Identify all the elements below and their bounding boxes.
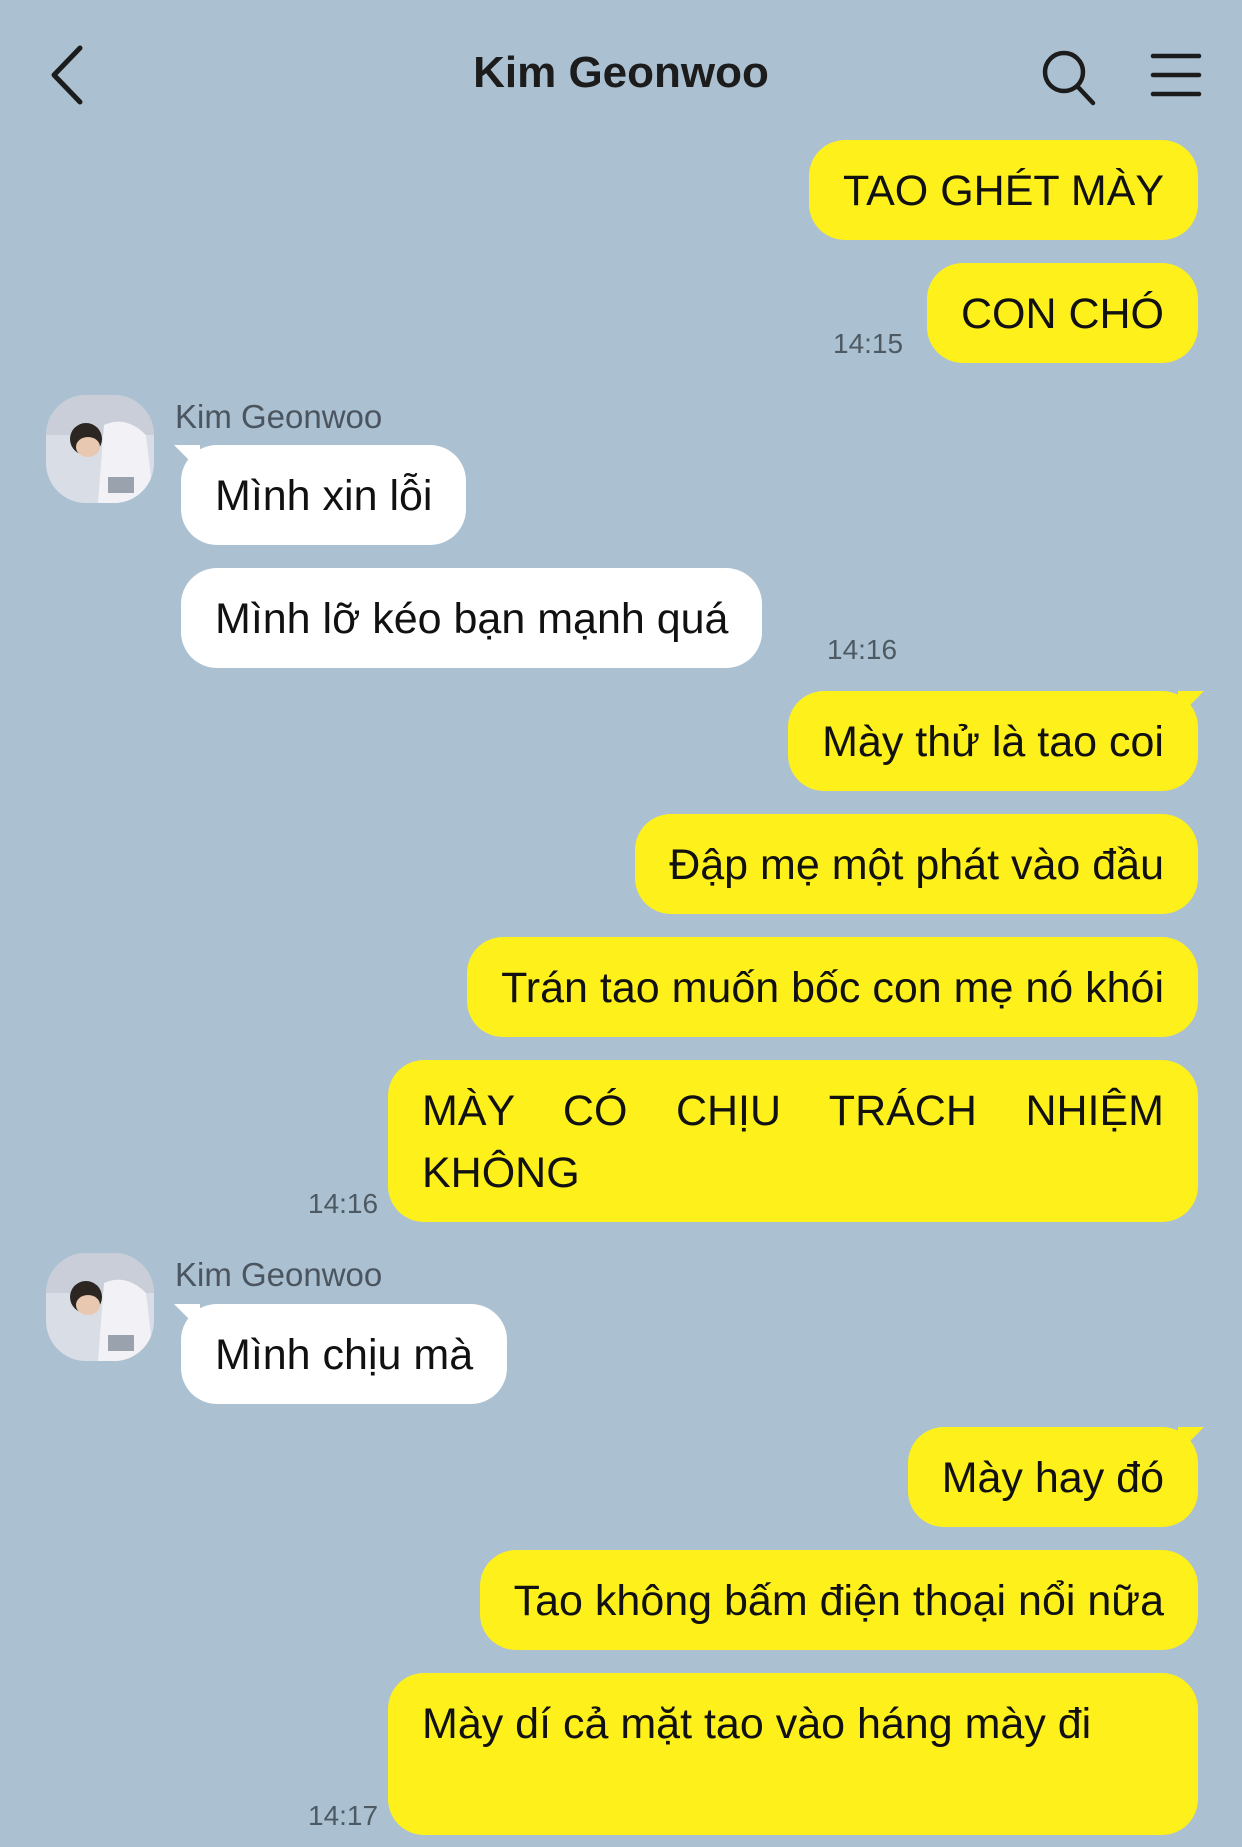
avatar[interactable] xyxy=(46,1253,154,1361)
sender-name: Kim Geonwoo xyxy=(175,398,383,435)
message-bubble-sent[interactable]: Trán tao muốn bốc con mẹ nó khói xyxy=(467,937,1198,1037)
message-bubble-received[interactable]: Mình lỡ kéo bạn mạnh quá xyxy=(181,568,763,668)
message-bubble-received[interactable]: Mình chịu mà xyxy=(181,1304,508,1404)
message-bubble-sent[interactable]: Tao không bấm điện thoại nổi nữa xyxy=(479,1550,1198,1650)
message-timestamp: 14:15 xyxy=(833,328,904,359)
message-bubble-received[interactable]: Mình xin lỗi xyxy=(181,445,467,545)
hamburger-menu-icon xyxy=(1150,53,1202,97)
avatar-photo xyxy=(46,1253,154,1361)
message-timestamp: 14:16 xyxy=(308,1188,379,1219)
sender-name: Kim Geonwoo xyxy=(175,1256,383,1293)
message-timestamp: 14:16 xyxy=(827,634,898,665)
message-bubble-sent[interactable]: TAO GHÉT MÀY xyxy=(809,140,1198,240)
message-bubble-sent[interactable]: MÀY CÓ CHỊU TRÁCH NHIỆM KHÔNG xyxy=(388,1060,1198,1222)
message-bubble-sent[interactable]: Đập mẹ một phát vào đầu xyxy=(635,814,1198,914)
message-bubble-sent[interactable]: CON CHÓ xyxy=(926,263,1198,363)
message-bubble-sent[interactable]: Mày thử là tao coi xyxy=(788,691,1198,791)
message-timestamp: 14:17 xyxy=(308,1800,379,1831)
message-bubble-sent[interactable]: Mày hay đó xyxy=(907,1427,1198,1527)
search-icon xyxy=(1042,50,1096,106)
chat-header: Kim Geonwoo xyxy=(0,0,1242,150)
avatar[interactable] xyxy=(46,395,154,503)
avatar-photo xyxy=(46,395,154,503)
menu-button[interactable] xyxy=(1150,52,1202,98)
message-bubble-sent[interactable]: Mày dí cả mặt tao vào háng mày đi xyxy=(388,1673,1198,1835)
search-button[interactable] xyxy=(1040,48,1096,106)
